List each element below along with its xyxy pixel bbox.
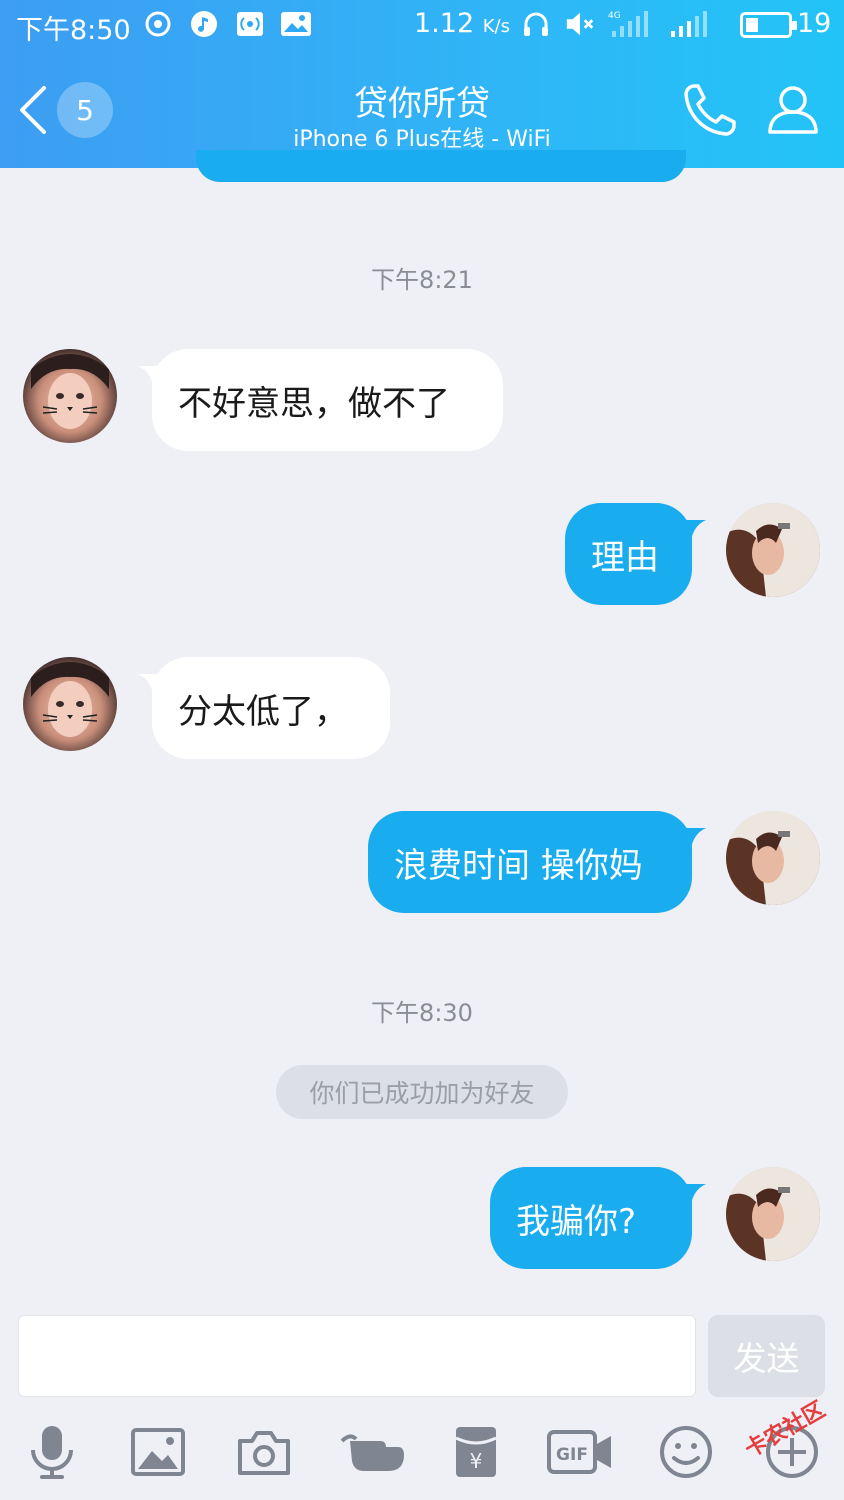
input-toolbar: ¥ GIF	[0, 1400, 844, 1500]
message-text: 理由	[591, 537, 659, 578]
status-bar: 下午8:50 1.12 K/s 4G 19	[0, 0, 844, 52]
signal-icon	[668, 8, 716, 40]
chat-area[interactable]: 下午8:21 不好意思，做不了 理由 分太低了， 浪费时间 操你妈 下午8:30…	[0, 168, 844, 1300]
svg-text:GIF: GIF	[556, 1445, 588, 1465]
message-text: 浪费时间 操你妈	[394, 845, 643, 886]
mute-icon	[564, 8, 596, 40]
battery-level: 19	[797, 8, 832, 39]
image-icon[interactable]	[128, 1422, 188, 1482]
headphones-icon	[520, 8, 552, 40]
message-bubble-outgoing[interactable]: 我骗你?	[490, 1167, 692, 1269]
header: 下午8:50 1.12 K/s 4G 19 5 贷你所贷 iPhone 6 Pl…	[0, 0, 844, 168]
music-note-icon	[188, 8, 220, 40]
message-bubble-incoming[interactable]: 分太低了，	[152, 657, 390, 759]
status-time: 下午8:50	[16, 15, 131, 46]
contact-avatar[interactable]	[23, 657, 117, 751]
poke-icon[interactable]	[340, 1422, 408, 1482]
my-avatar[interactable]	[726, 1167, 820, 1261]
bubble-tail	[682, 1184, 706, 1210]
my-avatar[interactable]	[726, 503, 820, 597]
network-speed: 1.12 K/s	[414, 8, 510, 39]
status-system-icons: 4G	[518, 8, 716, 40]
message-input[interactable]	[18, 1315, 696, 1397]
gallery-notification-icon	[280, 8, 312, 40]
wifi-hotspot-icon	[234, 8, 266, 40]
contact-avatar[interactable]	[23, 349, 117, 443]
message-text: 我骗你?	[516, 1201, 637, 1242]
send-button[interactable]: 发送	[708, 1315, 825, 1397]
phone-call-icon[interactable]	[680, 80, 740, 140]
message-bubble-outgoing[interactable]: 理由	[565, 503, 692, 605]
signal-4g-icon: 4G	[608, 8, 656, 40]
bubble-tail	[682, 828, 706, 854]
gif-video-icon[interactable]: GIF	[547, 1422, 613, 1482]
bubble-tail	[682, 520, 706, 546]
emoji-icon[interactable]	[656, 1422, 716, 1482]
profile-icon[interactable]	[764, 80, 822, 138]
message-bubble-incoming[interactable]: 不好意思，做不了	[152, 349, 503, 451]
input-row: 发送	[0, 1300, 844, 1400]
status-app-icons	[142, 8, 312, 40]
message-text: 分太低了，	[178, 691, 348, 732]
microphone-icon[interactable]	[22, 1422, 82, 1482]
battery-icon	[740, 12, 797, 38]
network-speed-value: 1.12	[414, 8, 475, 39]
message-text: 不好意思，做不了	[178, 383, 450, 424]
system-notice: 你们已成功加为好友	[276, 1065, 568, 1119]
timestamp: 下午8:21	[371, 266, 473, 294]
red-packet-icon[interactable]: ¥	[446, 1422, 506, 1482]
message-bubble-outgoing[interactable]: 浪费时间 操你妈	[368, 811, 692, 913]
network-speed-unit: K/s	[482, 16, 510, 37]
network-label: 4G	[608, 11, 621, 21]
camera-icon[interactable]	[234, 1422, 294, 1482]
netease-music-icon	[142, 8, 174, 40]
timestamp: 下午8:30	[371, 999, 473, 1027]
svg-text:¥: ¥	[470, 1449, 483, 1473]
my-avatar[interactable]	[726, 811, 820, 905]
